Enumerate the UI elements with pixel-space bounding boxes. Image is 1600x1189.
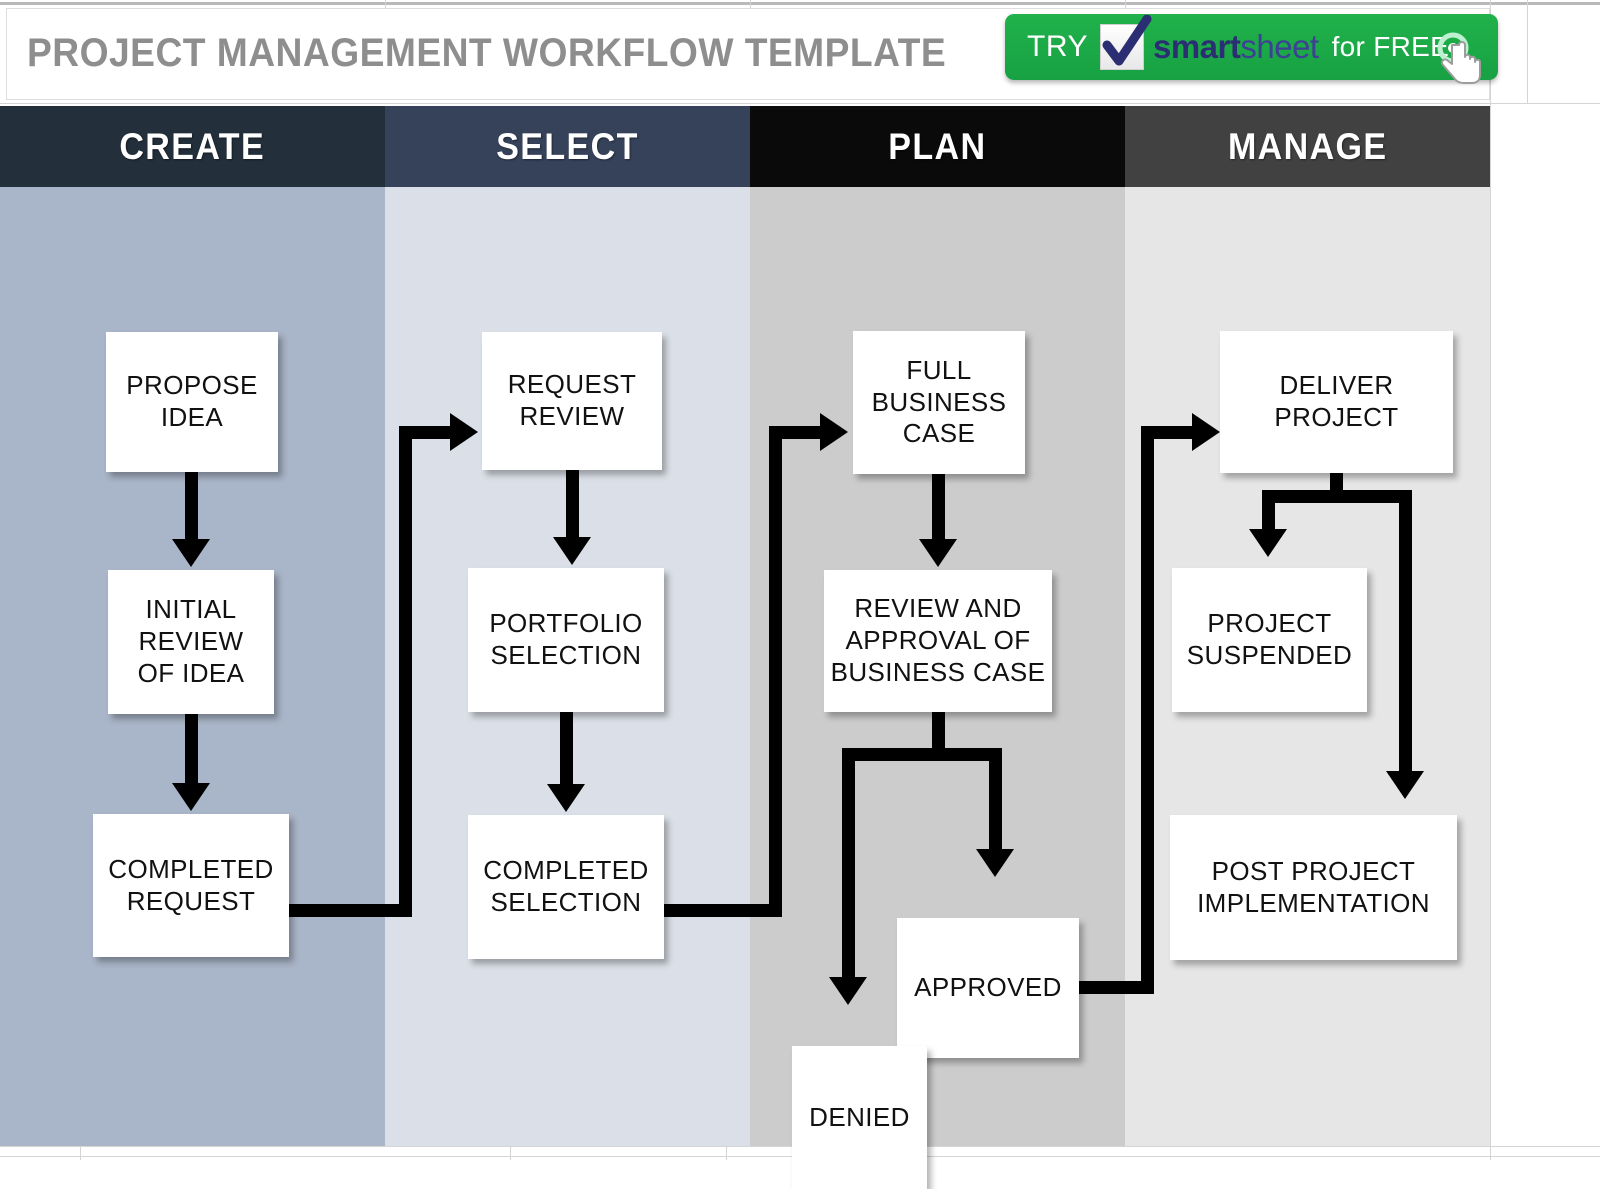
workflow-board: CREATE PROPOSE IDEA INITIAL REVIEW OF ID…	[0, 106, 1490, 1189]
node-label: PROJECT SUSPENDED	[1186, 608, 1353, 670]
sheet-gridline-v	[750, 0, 751, 8]
sheet-gridline-v	[1527, 8, 1528, 103]
sheet-gridline-v	[385, 0, 386, 8]
sheet-gridline-h	[0, 103, 1600, 104]
sheet-gridline-v	[1125, 0, 1126, 8]
page-title: PROJECT MANAGEMENT WORKFLOW TEMPLATE	[27, 31, 947, 75]
connector-completed-request-to-request-review-h2	[399, 426, 455, 439]
node-label: DENIED	[809, 1101, 910, 1132]
node-label: PROPOSE IDEA	[126, 370, 258, 432]
node-portfolio-selection[interactable]: PORTFOLIO SELECTION	[468, 568, 664, 712]
connector-request-review-to-portfolio	[566, 470, 579, 542]
smartsheet-try-free-button[interactable]: TRY smart sheet for FREE	[1005, 14, 1498, 84]
node-approved[interactable]: APPROVED	[897, 918, 1079, 1058]
lane-plan: PLAN FULL BUSINESS CASE REVIEW AND APPRO…	[750, 106, 1125, 1189]
sheet-gridline-v	[1490, 8, 1491, 1160]
node-label: INITIAL REVIEW OF IDEA	[137, 594, 245, 688]
lane-body-manage: DELIVER PROJECT PROJECT SUSPENDED POST P…	[1125, 187, 1490, 1146]
arrowhead-down	[553, 537, 591, 565]
connector-review-approval-crossbar	[842, 748, 1002, 761]
sheet-gridline-v	[80, 1146, 81, 1160]
lane-header-select: SELECT	[385, 106, 750, 187]
connector-deliver-to-post-implementation	[1399, 490, 1412, 776]
node-label: REQUEST REVIEW	[507, 369, 637, 431]
node-review-approval-business-case[interactable]: REVIEW AND APPROVAL OF BUSINESS CASE	[824, 570, 1052, 712]
node-completed-selection[interactable]: COMPLETED SELECTION	[468, 815, 664, 959]
checkbox-check-icon	[1099, 15, 1152, 70]
node-denied[interactable]: DENIED	[792, 1046, 927, 1189]
arrowhead-down	[172, 539, 210, 567]
node-label: APPROVED	[914, 972, 1062, 1003]
node-propose-idea[interactable]: PROPOSE IDEA	[106, 332, 278, 472]
connector-completed-request-to-request-review-h1	[284, 904, 412, 917]
connector-completed-selection-to-full-case-h1	[664, 904, 782, 917]
connector-full-case-to-review-approval	[932, 474, 945, 544]
connector-completed-request-to-request-review-v	[399, 426, 412, 917]
arrowhead-down	[976, 849, 1014, 877]
connector-completed-selection-to-full-case-h2	[769, 426, 825, 439]
lane-body-create: PROPOSE IDEA INITIAL REVIEW OF IDEA COMP…	[0, 187, 385, 1146]
node-label: POST PROJECT IMPLEMENTATION	[1197, 855, 1430, 918]
lane-header-label: SELECT	[496, 125, 639, 167]
arrowhead-down	[547, 784, 585, 812]
connector-propose-to-initial	[185, 472, 198, 544]
connector-approved-to-deliver-project-h2	[1141, 426, 1197, 439]
node-request-review[interactable]: REQUEST REVIEW	[482, 332, 662, 470]
connector-portfolio-to-completed-selection	[560, 712, 573, 789]
sheet-gridline-v	[1527, 0, 1528, 8]
node-label: PORTFOLIO SELECTION	[489, 608, 643, 670]
lane-header-manage: MANAGE	[1125, 106, 1490, 187]
lane-select: SELECT REQUEST REVIEW PORTFOLIO SELECTIO…	[385, 106, 750, 1146]
arrowhead-down	[1249, 529, 1287, 557]
arrowhead-down	[829, 977, 867, 1005]
arrowhead-right	[450, 413, 478, 451]
connector-review-approval-to-approved	[989, 748, 1002, 854]
connector-completed-selection-to-full-case-v	[769, 426, 782, 917]
lane-header-label: PLAN	[888, 125, 987, 167]
node-project-suspended[interactable]: PROJECT SUSPENDED	[1172, 568, 1367, 712]
sheet-gridline-v	[510, 1146, 511, 1160]
cta-brand-sheet: sheet	[1240, 28, 1319, 65]
lane-body-plan: FULL BUSINESS CASE REVIEW AND APPROVAL O…	[750, 187, 1125, 1189]
lane-create: CREATE PROPOSE IDEA INITIAL REVIEW OF ID…	[0, 106, 385, 1146]
arrowhead-right	[1192, 413, 1220, 451]
lane-header-plan: PLAN	[750, 106, 1125, 187]
arrowhead-right	[820, 413, 848, 451]
sheet-top-rule	[0, 2, 1600, 5]
node-label: FULL BUSINESS CASE	[871, 354, 1007, 449]
node-post-project-implementation[interactable]: POST PROJECT IMPLEMENTATION	[1170, 815, 1457, 960]
sheet-gridline-v	[1490, 0, 1491, 8]
arrowhead-down	[172, 783, 210, 811]
lane-body-select: REQUEST REVIEW PORTFOLIO SELECTION COMPL…	[385, 187, 750, 1146]
lane-header-label: CREATE	[119, 125, 266, 167]
node-label: REVIEW AND APPROVAL OF BUSINESS CASE	[830, 593, 1046, 687]
node-completed-request[interactable]: COMPLETED REQUEST	[93, 814, 289, 957]
arrowhead-down	[1386, 771, 1424, 799]
node-label: DELIVER PROJECT	[1274, 370, 1399, 432]
node-label: COMPLETED REQUEST	[108, 853, 274, 916]
hand-cursor-icon	[1430, 28, 1492, 90]
lane-header-label: MANAGE	[1227, 125, 1388, 167]
sheet-gridline-v	[726, 1146, 727, 1160]
node-deliver-project[interactable]: DELIVER PROJECT	[1220, 331, 1453, 473]
node-full-business-case[interactable]: FULL BUSINESS CASE	[853, 331, 1025, 474]
connector-deliver-project-crossbar	[1262, 490, 1412, 503]
connector-approved-to-deliver-project-v	[1141, 426, 1154, 994]
arrowhead-down	[919, 539, 957, 567]
connector-review-approval-to-denied	[842, 748, 855, 982]
cta-brand-smart: smart	[1152, 28, 1241, 65]
cta-try-label: TRY	[1027, 30, 1088, 63]
node-initial-review-of-idea[interactable]: INITIAL REVIEW OF IDEA	[108, 570, 274, 714]
lane-header-create: CREATE	[0, 106, 385, 187]
connector-initial-to-completed-request	[185, 714, 198, 788]
connector-deliver-to-project-suspended	[1262, 490, 1275, 534]
node-label: COMPLETED SELECTION	[483, 855, 649, 917]
lane-manage: MANAGE DELIVER PROJECT PROJECT SUSPENDED…	[1125, 106, 1490, 1146]
